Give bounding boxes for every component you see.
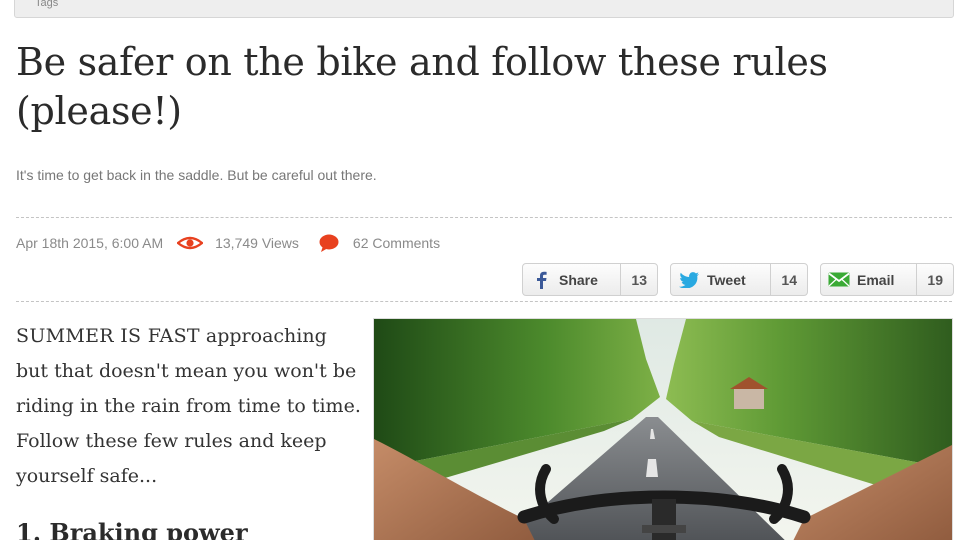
lead-caps: SUMMER IS FAST xyxy=(16,325,200,347)
article-hero-image xyxy=(373,318,953,540)
article-meta: Apr 18th 2015, 6:00 AM 13,749 Views 62 C… xyxy=(16,233,440,253)
email-icon xyxy=(821,272,857,287)
twitter-tweet-count: 14 xyxy=(770,264,807,295)
view-count: 13,749 Views xyxy=(215,235,299,251)
divider xyxy=(16,301,952,302)
twitter-tweet-label: Tweet xyxy=(707,271,746,288)
email-share-button[interactable]: Email 19 xyxy=(820,263,954,296)
section-heading: 1. Braking power xyxy=(16,518,248,540)
twitter-icon xyxy=(671,271,707,288)
tag-bar: Tags xyxy=(14,0,954,18)
publish-date: Apr 18th 2015, 6:00 AM xyxy=(16,235,164,251)
eye-icon xyxy=(177,236,204,250)
article-title: Be safer on the bike and follow these ru… xyxy=(16,40,828,133)
facebook-share-button[interactable]: Share 13 xyxy=(522,263,658,296)
email-share-label: Email xyxy=(857,271,895,288)
lead-text: approaching but that doesn't mean you wo… xyxy=(16,325,361,487)
comment-bubble-icon[interactable] xyxy=(319,234,339,252)
twitter-tweet-button[interactable]: Tweet 14 xyxy=(670,263,808,296)
article-subtitle: It's time to get back in the saddle. But… xyxy=(16,167,377,183)
facebook-icon xyxy=(523,271,559,289)
divider xyxy=(16,217,952,218)
article-lead-paragraph: SUMMER IS FAST approaching but that does… xyxy=(16,319,361,494)
tag-label[interactable]: Tags xyxy=(35,0,58,9)
facebook-share-label: Share xyxy=(559,271,598,288)
comment-count-link[interactable]: 62 Comments xyxy=(353,235,440,251)
email-share-count: 19 xyxy=(916,264,953,295)
share-bar: Share 13 Tweet 14 Email 19 xyxy=(522,263,954,296)
facebook-share-count: 13 xyxy=(620,264,657,295)
cyclist-road-illustration xyxy=(374,319,952,540)
